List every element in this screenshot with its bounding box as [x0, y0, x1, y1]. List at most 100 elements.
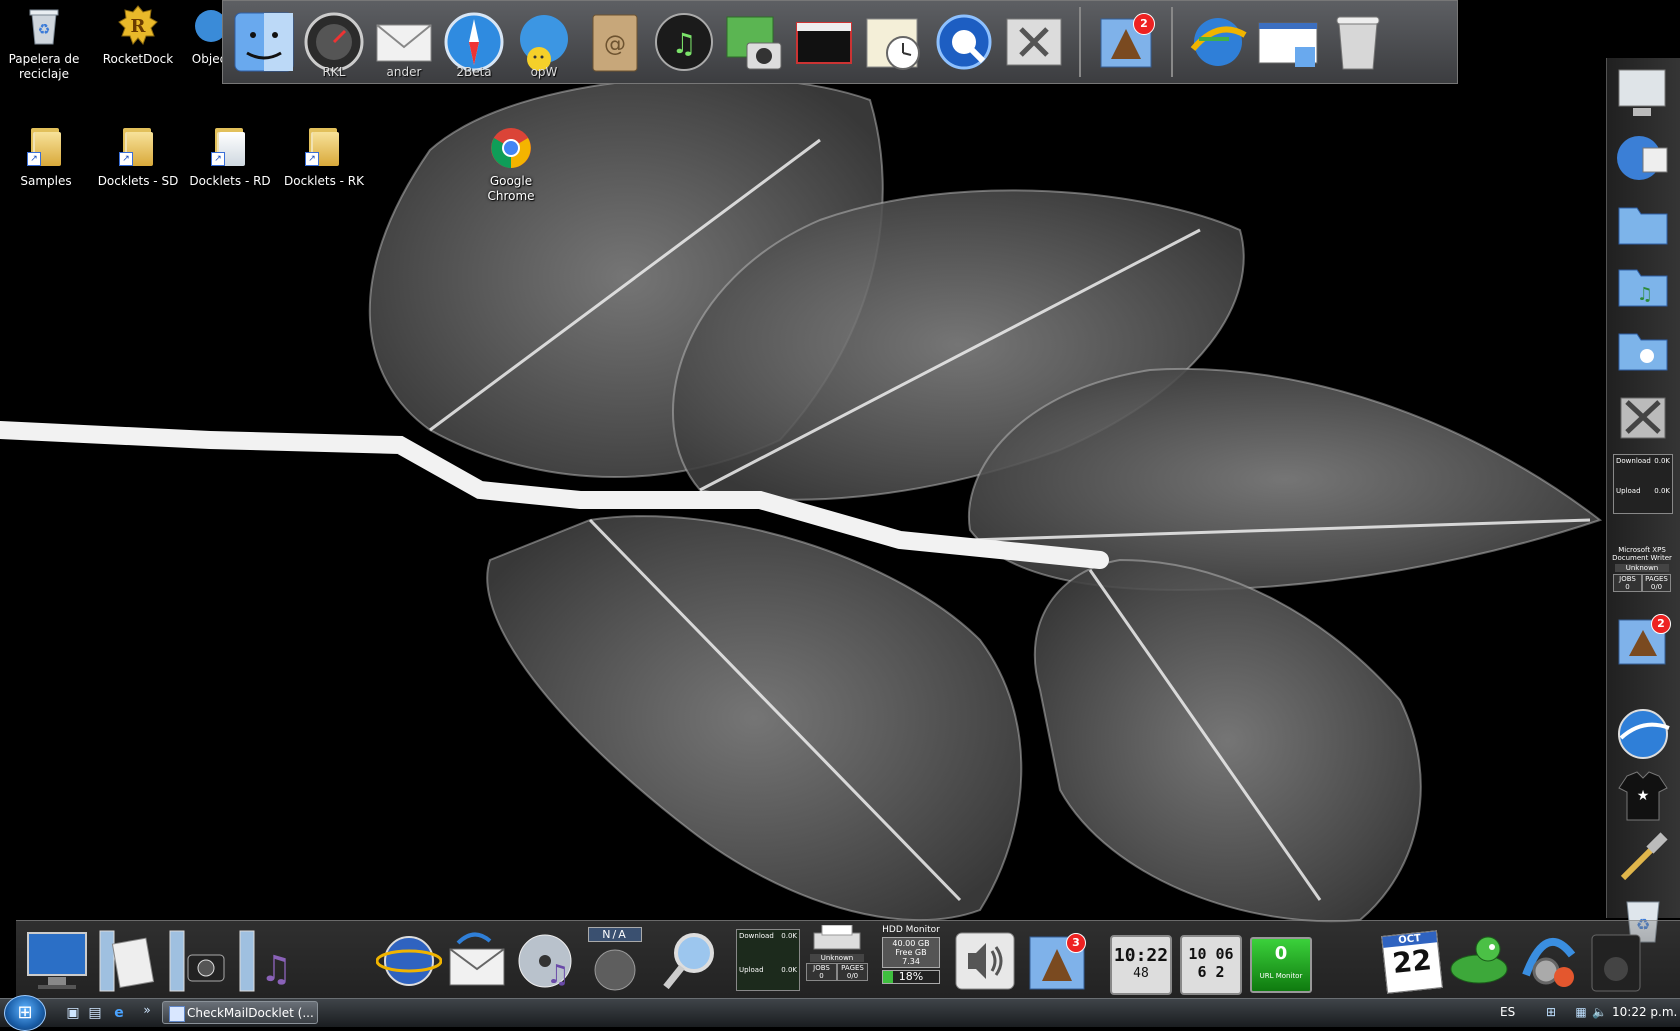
mail-sync-icon	[449, 932, 505, 986]
dock-item-quicktime[interactable]	[931, 9, 997, 75]
taskbar-window-button[interactable]: CheckMailDocklet (...	[162, 1001, 318, 1024]
speaker-box-icon	[1591, 934, 1641, 992]
dock-item-dark-app[interactable]	[1584, 925, 1644, 995]
desktop-icon-label: RocketDock	[102, 52, 174, 66]
dock-item-address-book[interactable]: @	[581, 9, 647, 75]
network-folder-icon	[1618, 333, 1668, 371]
date-clock-widget[interactable]: 10 06 6 2	[1176, 925, 1242, 995]
dock-item-desktop[interactable]	[24, 925, 90, 995]
movie-icon	[796, 22, 852, 64]
dock-item-itunes[interactable]: ♫	[651, 9, 717, 75]
dock-item-tools[interactable]	[1613, 384, 1673, 444]
clock-widget[interactable]: 10:22 48	[1106, 925, 1172, 995]
globe-icon	[1618, 709, 1670, 759]
monitor-icon	[1618, 69, 1666, 116]
hdd-title: HDD Monitor	[882, 925, 940, 935]
hdd-monitor-widget[interactable]: HDD Monitor 40.00 GB Free GB 7.34 18%	[876, 925, 946, 995]
dock-item-mail-checker[interactable]: 2	[1613, 612, 1673, 672]
printer-status: Unknown	[1615, 564, 1669, 572]
itunes-icon: ♫	[655, 13, 713, 71]
dock-item-music[interactable]: ♫	[1613, 256, 1673, 316]
network-globe-icon	[1190, 18, 1247, 66]
show-desktop-icon[interactable]: ▣	[64, 1004, 82, 1022]
finder-icon	[234, 12, 294, 72]
dock-item-pictures-stack[interactable]	[164, 925, 230, 995]
unread-count-badge: 2	[1651, 614, 1671, 634]
desktop-icon-docklets-rk[interactable]: ↗ Docklets - RK	[282, 126, 366, 189]
language-indicator[interactable]: ES	[1500, 1005, 1515, 1019]
desktop-icon-docklets-sd[interactable]: ↗ Docklets - SD	[96, 126, 180, 189]
dock-item-internet[interactable]	[1613, 128, 1673, 188]
desktop-icon-docklets-rd[interactable]: ↗ Docklets - RD	[188, 126, 272, 189]
dock-item-gecko[interactable]	[1446, 925, 1512, 995]
desktop-icon-google-chrome[interactable]: Google Chrome	[468, 126, 554, 204]
dock-item-network-folder[interactable]	[1613, 320, 1673, 380]
dock-item-web-globe[interactable]	[1613, 704, 1673, 764]
dock-item-weather[interactable]: N/A	[582, 925, 648, 995]
dock-item-documents[interactable]	[1613, 194, 1673, 254]
dock-item-settings[interactable]	[1516, 925, 1582, 995]
system-clock[interactable]: 10:22 p.m.	[1612, 1005, 1677, 1019]
desktop-icon-recycle-bin[interactable]: ♻ Papelera de reciclaje	[2, 4, 86, 82]
svg-text:♫: ♫	[671, 27, 696, 60]
svg-text:@: @	[604, 32, 626, 57]
dock-item-window-finder[interactable]	[1255, 9, 1321, 75]
window-app-icon	[169, 1006, 185, 1022]
printer-monitor-widget[interactable]: Microsoft XPS Document Writer Unknown JO…	[1611, 546, 1673, 608]
chrome-icon	[489, 126, 533, 170]
dock-item-messenger[interactable]: opW	[511, 9, 577, 79]
switch-windows-icon[interactable]: ▤	[86, 1004, 104, 1022]
trash-icon	[1336, 16, 1380, 70]
dock-item-dashboard[interactable]: RKL	[301, 9, 367, 79]
desktop-icon-rocketdock[interactable]: R RocketDock	[96, 4, 180, 67]
gecko-icon	[1450, 936, 1508, 984]
rocketdock-icon: R	[116, 4, 160, 48]
iphoto-icon	[726, 16, 782, 70]
dock-item-shirt[interactable]: ★	[1613, 766, 1673, 826]
dock-item-safari[interactable]: 2Beta	[441, 9, 507, 79]
dock-item-utilities[interactable]	[1001, 9, 1067, 75]
hdd-free-label: Free GB	[895, 948, 927, 957]
taskbar: ▣ ▤ e » CheckMailDocklet (... ES ⊞ ▦ 🔈 1…	[0, 995, 1680, 1031]
quick-launch-more-icon[interactable]: »	[138, 1001, 156, 1019]
network-tray-icon[interactable]: ⊞	[1544, 1005, 1558, 1019]
dock-item-finder[interactable]	[231, 9, 297, 75]
volume-tray-icon[interactable]: 🔈	[1592, 1005, 1607, 1019]
dock-item-mail[interactable]: ander	[371, 9, 437, 79]
calendar-widget[interactable]: OCT 22	[1378, 925, 1444, 995]
pages-value: 0/0	[1650, 583, 1663, 591]
dock-separator	[1079, 7, 1081, 77]
na-label: N/A	[588, 927, 642, 942]
url-count: 0	[1274, 943, 1288, 964]
weather-unavailable-icon	[594, 949, 636, 991]
network-meter-widget[interactable]: Download 0.0K Upload 0.0K	[734, 925, 800, 995]
dock-item-music-stack[interactable]: ♫	[234, 925, 300, 995]
dock-item-ical[interactable]	[861, 9, 927, 75]
dock-item-display[interactable]	[1613, 64, 1673, 124]
dock-item-mail-checker[interactable]: 3	[1024, 925, 1090, 995]
dock-item-network[interactable]	[1185, 9, 1251, 75]
dock-item-send-receive-mail[interactable]	[444, 925, 510, 995]
network-meter-widget[interactable]: Download 0.0K Upload 0.0K	[1613, 454, 1673, 514]
internet-explorer-icon[interactable]: e	[110, 1004, 128, 1022]
dock-item-internet[interactable]	[375, 925, 443, 995]
dock-item-hammer-tools[interactable]	[1613, 828, 1673, 888]
svg-text:★: ★	[1637, 788, 1650, 804]
dock-item-mail-checker[interactable]: 2	[1093, 9, 1159, 75]
dock-item-search[interactable]	[656, 925, 722, 995]
printer-monitor-widget[interactable]: Unknown JOBS 0 PAGES 0/0	[804, 924, 870, 995]
folder-icon: ↗	[116, 126, 160, 170]
dock-item-movie[interactable]	[791, 9, 857, 75]
desktop-icon-label: Google Chrome	[487, 174, 535, 203]
speaker-icon	[955, 932, 1015, 990]
dock-item-iphoto[interactable]	[721, 9, 787, 75]
svg-text:♫: ♫	[260, 949, 292, 990]
connection-tray-icon[interactable]: ▦	[1574, 1005, 1588, 1019]
dock-item-volume[interactable]	[952, 925, 1018, 995]
dock-item-documents-stack[interactable]	[94, 925, 160, 995]
dock-item-media-player[interactable]: ♫	[512, 925, 578, 995]
globe-icon	[375, 936, 443, 986]
url-monitor-widget[interactable]: 0 URL Monitor	[1246, 925, 1312, 995]
desktop-icon-samples[interactable]: ↗ Samples	[4, 126, 88, 189]
dock-item-trash[interactable]	[1325, 9, 1391, 75]
